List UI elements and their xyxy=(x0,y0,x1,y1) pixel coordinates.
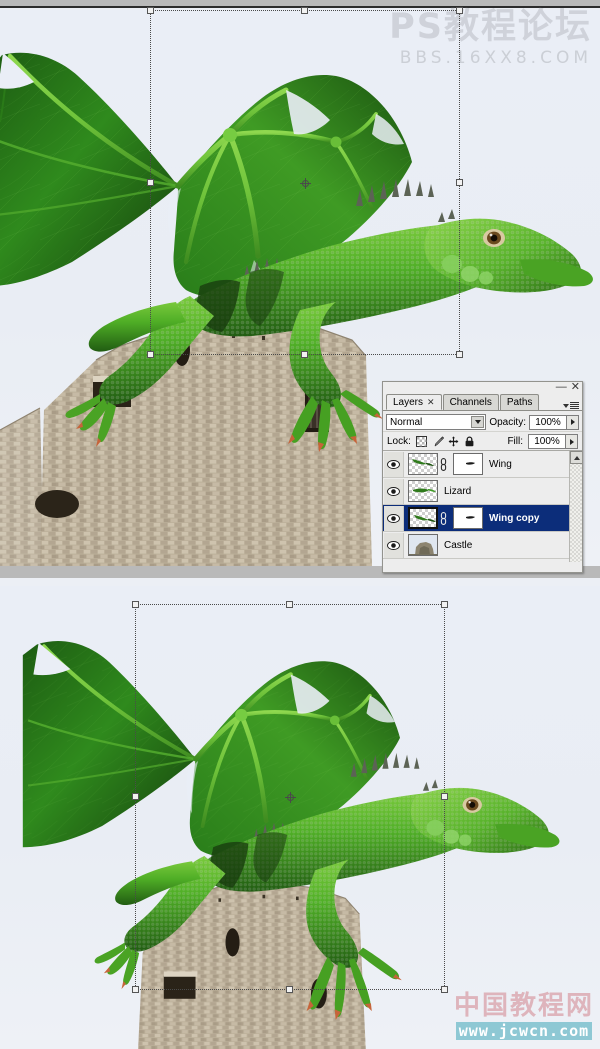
layer-row-wing-copy[interactable]: Wing copy xyxy=(383,505,582,532)
eye-icon xyxy=(387,540,400,550)
screenshot-root: PS教程论坛 BBS.16XX8.COM 中国教程网 www.jcwcn.com… xyxy=(0,0,600,1049)
opacity-input[interactable]: 100% xyxy=(529,414,567,430)
layer-name[interactable]: Castle xyxy=(444,540,472,551)
layer-thumbnail[interactable] xyxy=(408,534,438,556)
minimize-icon[interactable]: — xyxy=(556,382,567,393)
panel-menu-icon[interactable] xyxy=(563,402,579,409)
fill-control[interactable]: 100% xyxy=(528,434,578,449)
tab-channels-label: Channels xyxy=(449,397,492,408)
lock-position-icon[interactable] xyxy=(448,436,459,447)
layer-list[interactable]: Wing Lizard Wing copy Castle xyxy=(383,450,582,562)
palette-titlebar[interactable]: — ✕ xyxy=(383,382,582,394)
blend-mode-select[interactable]: Normal xyxy=(386,414,487,430)
layer-thumbnail[interactable] xyxy=(408,507,438,529)
layer-mask-thumbnail[interactable] xyxy=(453,453,483,475)
layer-visibility-toggle[interactable] xyxy=(384,532,404,558)
lock-label: Lock: xyxy=(387,436,411,447)
eye-icon xyxy=(387,486,400,496)
layer-visibility-toggle[interactable] xyxy=(384,505,404,531)
layer-name[interactable]: Lizard xyxy=(444,486,471,497)
layer-mask-thumbnail[interactable] xyxy=(453,507,483,529)
palette-tab-row: Layers ✕ Channels Paths xyxy=(383,394,582,411)
fill-label: Fill: xyxy=(507,436,523,447)
lock-all-icon[interactable] xyxy=(464,436,475,447)
blend-mode-row: Normal Opacity: 100% xyxy=(383,411,582,431)
layer-mask-link-icon[interactable] xyxy=(440,457,447,471)
bottom-canvas-artwork xyxy=(22,641,560,1049)
blend-mode-value: Normal xyxy=(390,416,423,428)
layer-row-lizard[interactable]: Lizard xyxy=(383,478,582,505)
layer-visibility-toggle[interactable] xyxy=(384,478,404,504)
layer-visibility-toggle[interactable] xyxy=(384,451,404,477)
lock-row: Lock: Fill: 100% xyxy=(383,431,582,450)
layer-row-wing[interactable]: Wing xyxy=(383,451,582,478)
close-icon[interactable]: ✕ xyxy=(571,382,580,393)
opacity-control[interactable]: 100% xyxy=(529,414,579,430)
opacity-label: Opacity: xyxy=(489,416,526,428)
eye-icon xyxy=(387,513,400,523)
lock-transparent-pixels-icon[interactable] xyxy=(415,436,427,447)
tab-close-icon[interactable]: ✕ xyxy=(427,397,435,407)
palette-window-buttons: — ✕ xyxy=(556,382,580,393)
opacity-slider-arrow-icon[interactable] xyxy=(567,414,579,430)
tab-layers[interactable]: Layers ✕ xyxy=(386,394,442,410)
dragon-left-wing xyxy=(0,52,181,286)
layer-thumbnail[interactable] xyxy=(408,480,438,502)
dragon-left-wing-2 xyxy=(22,641,198,848)
layer-mask-link-icon[interactable] xyxy=(440,511,447,525)
tab-channels[interactable]: Channels xyxy=(442,394,499,410)
tab-layers-label: Layers xyxy=(393,397,424,408)
layer-list-scrollbar[interactable] xyxy=(569,451,582,562)
bottom-canvas: 中国教程网 www.jcwcn.com xyxy=(0,586,600,1049)
fill-input[interactable]: 100% xyxy=(528,434,566,449)
tab-paths-label: Paths xyxy=(506,397,533,408)
lock-icon-group xyxy=(415,436,475,447)
eye-icon xyxy=(387,459,400,469)
layer-name[interactable]: Wing copy xyxy=(489,513,539,524)
layer-row-castle[interactable]: Castle xyxy=(383,532,582,559)
scroll-up-arrow-icon[interactable] xyxy=(570,451,582,464)
chevron-down-icon[interactable] xyxy=(471,416,485,428)
canvas-top-gutter xyxy=(0,0,600,8)
fill-slider-arrow-icon[interactable] xyxy=(566,434,578,449)
layer-thumbnail[interactable] xyxy=(408,453,438,475)
layer-name[interactable]: Wing xyxy=(489,459,512,470)
lock-image-pixels-icon[interactable] xyxy=(432,436,444,447)
layers-palette[interactable]: — ✕ Layers ✕ Channels Paths Normal Opaci… xyxy=(382,381,583,573)
tab-paths[interactable]: Paths xyxy=(499,394,540,410)
